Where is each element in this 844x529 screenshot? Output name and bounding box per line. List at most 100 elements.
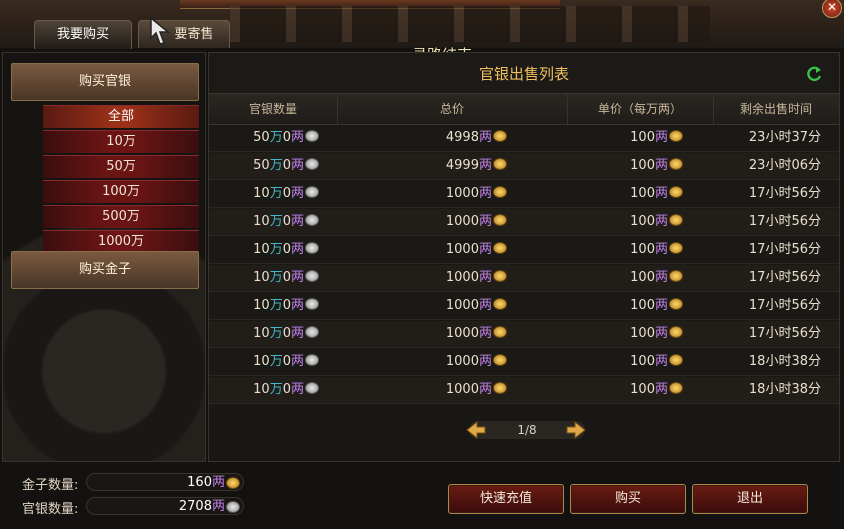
quantity-wan: 10 bbox=[253, 326, 270, 341]
quantity-liang: 0 bbox=[282, 130, 291, 145]
gold-unit: 两 bbox=[211, 475, 225, 490]
category-panel: 购买官银 全部 10万 50万 100万 500万 1000万 购买金子 bbox=[2, 52, 206, 462]
gold-coin-icon bbox=[493, 326, 507, 338]
row-total: 4999两 bbox=[339, 153, 507, 179]
filter-100wan[interactable]: 100万 bbox=[43, 180, 199, 203]
liang-unit: 两 bbox=[290, 242, 304, 257]
sale-list-panel: 官银出售列表 官银数量 总价 单价（每万两） 剩余出售时间 50万0两 4998两… bbox=[208, 52, 840, 462]
gold-coin-icon bbox=[669, 158, 683, 170]
arrow-right-icon[interactable] bbox=[563, 419, 589, 441]
row-quantity: 10万0两 bbox=[209, 265, 319, 291]
wan-unit: 万 bbox=[269, 298, 283, 313]
buy-silver-button[interactable]: 购买官银 bbox=[11, 63, 199, 101]
gold-coin-icon bbox=[669, 214, 683, 226]
row-time-left: 23小时37分 bbox=[748, 130, 821, 145]
quantity-liang: 0 bbox=[282, 186, 291, 201]
filter-500wan[interactable]: 500万 bbox=[43, 205, 199, 228]
filter-50wan[interactable]: 50万 bbox=[43, 155, 199, 178]
total-price: 1000 bbox=[445, 298, 479, 313]
gold-coin-icon bbox=[669, 242, 683, 254]
gold-coin-icon bbox=[493, 242, 507, 254]
liang-unit: 两 bbox=[478, 270, 492, 285]
filter-all[interactable]: 全部 bbox=[43, 105, 199, 128]
quantity-liang: 0 bbox=[282, 326, 291, 341]
row-total: 1000两 bbox=[339, 377, 507, 403]
row-unit-price: 100两 bbox=[571, 237, 683, 263]
row-time-left: 17小时56分 bbox=[748, 186, 821, 201]
row-quantity: 10万0两 bbox=[209, 321, 319, 347]
silver-coin-icon bbox=[305, 214, 319, 226]
unit-price: 100 bbox=[630, 242, 655, 257]
table-row[interactable]: 10万0两 1000两 100两 17小时56分 bbox=[209, 209, 839, 236]
table-row[interactable]: 10万0两 1000两 100两 17小时56分 bbox=[209, 181, 839, 208]
liang-unit: 两 bbox=[654, 242, 668, 257]
filter-1000wan[interactable]: 1000万 bbox=[43, 230, 199, 253]
refresh-icon[interactable] bbox=[805, 65, 823, 83]
row-quantity: 10万0两 bbox=[209, 237, 319, 263]
quantity-liang: 0 bbox=[282, 158, 291, 173]
page-indicator: 1/8 bbox=[517, 423, 537, 437]
table-row[interactable]: 10万0两 1000两 100两 17小时56分 bbox=[209, 237, 839, 264]
gold-coin-icon bbox=[493, 214, 507, 226]
row-unit-price: 100两 bbox=[571, 153, 683, 179]
buy-button[interactable]: 购买 bbox=[570, 484, 686, 514]
table-row[interactable]: 10万0两 1000两 100两 17小时56分 bbox=[209, 293, 839, 320]
row-quantity: 50万0两 bbox=[209, 125, 319, 151]
pagination: 1/8 bbox=[457, 419, 597, 441]
table-row[interactable]: 50万0两 4999两 100两 23小时06分 bbox=[209, 153, 839, 180]
table-row[interactable]: 10万0两 1000两 100两 18小时38分 bbox=[209, 377, 839, 404]
total-price: 4998 bbox=[445, 130, 479, 145]
row-unit-price: 100两 bbox=[571, 377, 683, 403]
quantity-wan: 50 bbox=[253, 158, 270, 173]
row-total: 1000两 bbox=[339, 265, 507, 291]
row-unit-price: 100两 bbox=[571, 125, 683, 151]
row-unit-price: 100两 bbox=[571, 349, 683, 375]
tab-buy[interactable]: 我要购买 bbox=[34, 20, 132, 49]
table-row[interactable]: 50万0两 4998 两 100两 23小时37分 bbox=[209, 125, 839, 152]
quantity-wan: 10 bbox=[253, 382, 270, 397]
silver-amount-label: 官银数量: bbox=[22, 502, 79, 517]
liang-unit: 两 bbox=[654, 354, 668, 369]
unit-price: 100 bbox=[630, 186, 655, 201]
table-row[interactable]: 10万0两 1000两 100两 17小时56分 bbox=[209, 321, 839, 348]
row-total: 1000两 bbox=[339, 237, 507, 263]
silver-coin-icon bbox=[305, 382, 319, 394]
unit-price: 100 bbox=[630, 382, 655, 397]
silver-coin-icon bbox=[305, 242, 319, 254]
silver-coin-icon bbox=[305, 298, 319, 310]
filter-10wan[interactable]: 10万 bbox=[43, 130, 199, 153]
quantity-wan: 10 bbox=[253, 214, 270, 229]
silver-coin-icon bbox=[305, 354, 319, 366]
liang-unit: 两 bbox=[654, 382, 668, 397]
total-price: 1000 bbox=[445, 214, 479, 229]
gold-coin-icon bbox=[493, 298, 507, 310]
row-time-left: 17小时56分 bbox=[748, 214, 821, 229]
row-total: 1000两 bbox=[339, 293, 507, 319]
liang-unit: 两 bbox=[654, 130, 668, 145]
total-price: 1000 bbox=[445, 186, 479, 201]
quantity-wan: 10 bbox=[253, 186, 270, 201]
row-unit-price: 100两 bbox=[571, 209, 683, 235]
gold-amount-label: 金子数量: bbox=[22, 478, 79, 493]
row-total: 1000两 bbox=[339, 349, 507, 375]
wan-unit: 万 bbox=[269, 270, 283, 285]
unit-price: 100 bbox=[630, 130, 655, 145]
table-row[interactable]: 10万0两 1000两 100两 17小时56分 bbox=[209, 265, 839, 292]
liang-unit: 两 bbox=[290, 186, 304, 201]
silver-amount-value: 2708 bbox=[178, 499, 212, 514]
gold-coin-icon bbox=[669, 270, 683, 282]
row-quantity: 10万0两 bbox=[209, 293, 319, 319]
table-row[interactable]: 10万0两 1000两 100两 18小时38分 bbox=[209, 349, 839, 376]
liang-unit: 两 bbox=[478, 326, 492, 341]
total-price: 1000 bbox=[445, 354, 479, 369]
recharge-button[interactable]: 快速充值 bbox=[448, 484, 564, 514]
row-unit-price: 100两 bbox=[571, 321, 683, 347]
exit-button[interactable]: 退出 bbox=[692, 484, 808, 514]
buy-gold-button[interactable]: 购买金子 bbox=[11, 251, 199, 289]
row-total: 1000两 bbox=[339, 321, 507, 347]
gold-coin-icon bbox=[493, 130, 507, 142]
gold-amount-value: 160 bbox=[187, 475, 212, 490]
arrow-left-icon[interactable] bbox=[463, 419, 489, 441]
row-quantity: 10万0两 bbox=[209, 181, 319, 207]
gold-coin-icon bbox=[493, 382, 507, 394]
